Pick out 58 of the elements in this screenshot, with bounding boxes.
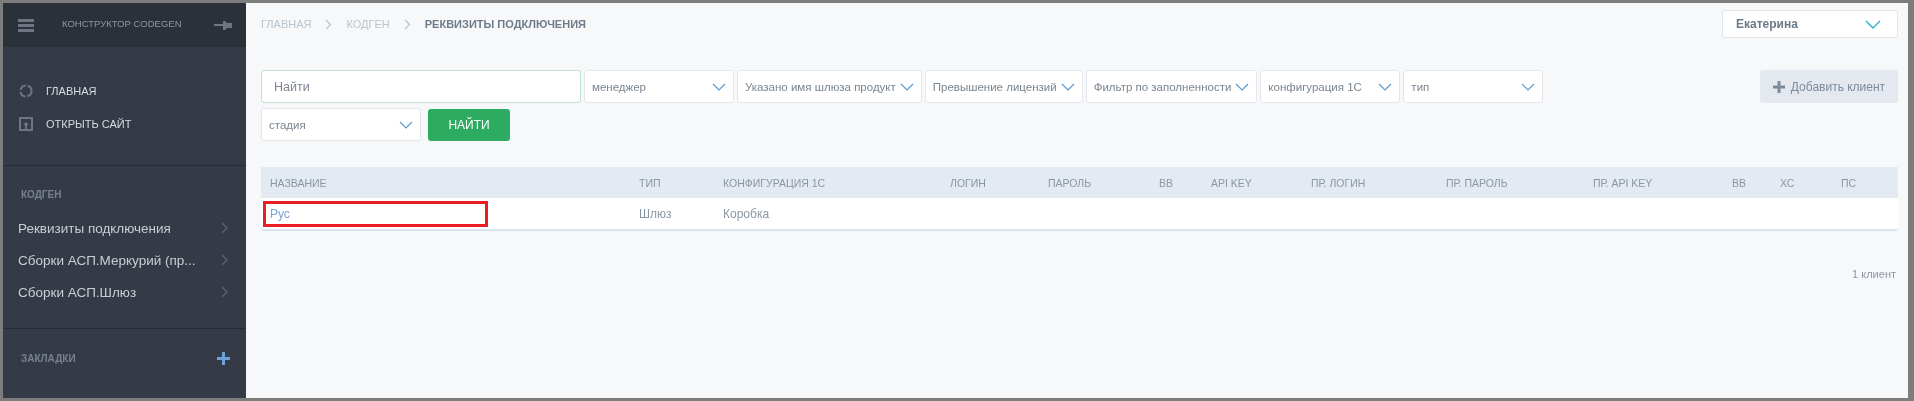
search-field[interactable]: Найти xyxy=(261,70,581,103)
nav-link[interactable]: ГЛАВНАЯ xyxy=(3,74,246,107)
caret-icon xyxy=(1378,82,1393,91)
section-title: ЗАКЛАДКИ xyxy=(21,353,76,364)
app-title: КОНСТРУКТОР CODEGEN xyxy=(62,17,183,29)
client-link[interactable]: Рус xyxy=(263,200,488,227)
filter-dropdown[interactable]: Фильтр по заполненности xyxy=(1085,70,1258,103)
caret-icon xyxy=(399,120,413,129)
filter-dropdown[interactable]: тип xyxy=(1403,70,1544,103)
filter-dropdown[interactable]: стадия xyxy=(261,108,421,141)
sidebar-item[interactable]: Сборки АСП.Шлюз xyxy=(3,276,246,308)
find-button[interactable]: НАЙТИ xyxy=(428,108,510,141)
add-client-button[interactable]: Добавить клиент xyxy=(1760,70,1898,103)
chevron-icon xyxy=(221,222,228,234)
filter-dropdown[interactable]: конфигурация 1С xyxy=(1260,70,1401,103)
chevron-icon xyxy=(221,286,228,298)
column-header[interactable]: ПР. API KEY xyxy=(1593,176,1732,189)
column-header[interactable]: ПАРОЛЬ xyxy=(1048,176,1159,189)
breadcrumb[interactable]: ГЛАВНАЯ xyxy=(261,18,312,30)
column-header[interactable]: ЛОГИН xyxy=(950,176,1048,189)
caret-icon xyxy=(1060,82,1075,91)
add-icon[interactable] xyxy=(217,352,230,365)
column-header[interactable]: API KEY xyxy=(1211,176,1311,189)
menu-icon[interactable] xyxy=(18,18,34,32)
column-header[interactable]: ПР. ПАРОЛЬ xyxy=(1446,176,1593,189)
refresh-icon xyxy=(19,83,33,98)
breadcrumb[interactable]: КОДГЕН xyxy=(346,18,390,30)
column-header[interactable]: ПР. ЛОГИН xyxy=(1311,176,1446,189)
breadcrumb: РЕКВИЗИТЫ ПОДКЛЮЧЕНИЯ xyxy=(424,18,586,30)
table-cell: Шлюз xyxy=(639,206,672,221)
caret-icon xyxy=(1521,82,1536,91)
caret-icon xyxy=(712,82,726,91)
filter-dropdown[interactable]: менеджер xyxy=(584,70,734,103)
chevron-icon xyxy=(325,18,333,30)
pin-icon[interactable] xyxy=(214,20,232,30)
plus-icon xyxy=(1772,80,1785,93)
caret-icon xyxy=(1235,82,1250,91)
column-header[interactable]: ВВ xyxy=(1732,176,1780,189)
open-site-icon xyxy=(19,116,33,131)
column-header[interactable]: ВВ xyxy=(1159,176,1211,189)
client-count: 1 клиент xyxy=(1852,268,1896,280)
table-cell: Коробка xyxy=(723,206,770,221)
column-header[interactable]: НАЗВАНИЕ xyxy=(270,176,639,189)
chevron-icon xyxy=(221,254,228,266)
column-header[interactable]: ПС xyxy=(1841,176,1898,189)
column-header[interactable]: КОНФИГУРАЦИЯ 1С xyxy=(723,176,950,189)
section-title: КОДГЕН xyxy=(21,189,62,200)
filter-dropdown[interactable]: Превышение лицензий xyxy=(924,70,1083,103)
sidebar-item[interactable]: Реквизиты подключения xyxy=(3,212,246,244)
column-header[interactable]: ТИП xyxy=(639,176,723,189)
user-dropdown[interactable]: Екатерина xyxy=(1722,10,1898,38)
sidebar-item[interactable]: Сборки АСП.Меркурий (пр... xyxy=(3,244,246,276)
filter-dropdown[interactable]: Указано имя шлюза продукт xyxy=(737,70,922,103)
chevron-icon xyxy=(403,18,411,30)
caret-icon xyxy=(899,82,914,91)
caret-icon xyxy=(1865,19,1881,29)
nav-link[interactable]: ОТКРЫТЬ САЙТ xyxy=(3,107,246,140)
column-header[interactable]: ХС xyxy=(1780,176,1841,189)
